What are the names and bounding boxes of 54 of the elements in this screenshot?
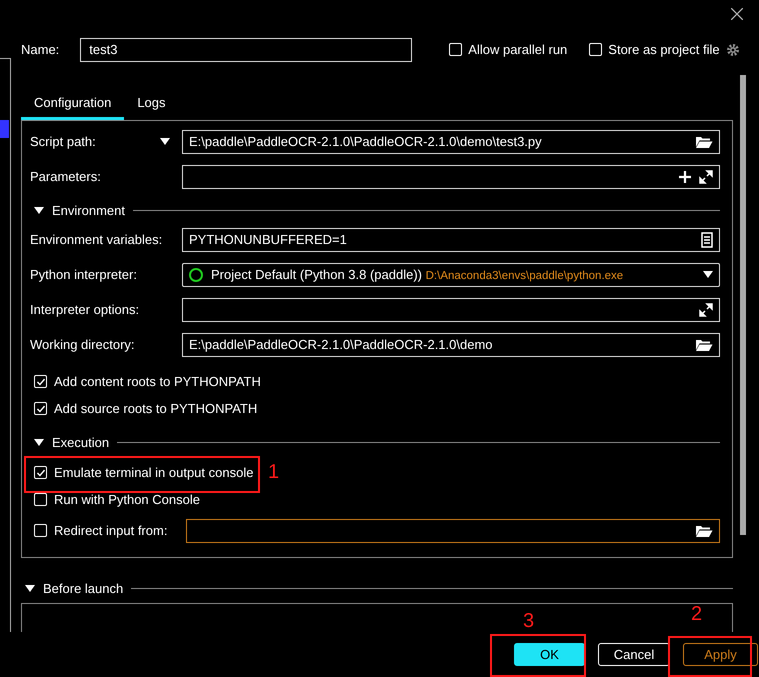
- gear-icon[interactable]: [726, 42, 740, 57]
- triangle-icon[interactable]: [34, 438, 44, 447]
- checkbox[interactable]: [449, 43, 462, 56]
- folder-icon[interactable]: [695, 338, 713, 352]
- input-field[interactable]: PYTHONUNBUFFERED=1: [182, 228, 720, 252]
- checkbox-label[interactable]: Store as project file: [608, 42, 720, 58]
- triangle-icon[interactable]: [25, 584, 35, 593]
- annotation-number: 2: [691, 603, 702, 626]
- checkbox[interactable]: [34, 466, 47, 480]
- interpreter-dropdown[interactable]: Project Default (Python 3.8 (paddle)) D:\Anaconda3\envs\paddle\python.exe: [182, 262, 720, 287]
- name-field[interactable]: test3: [80, 38, 412, 62]
- ok-button[interactable]: OK: [514, 643, 585, 666]
- checkbox-label[interactable]: Add source roots to PYTHONPATH: [54, 401, 258, 416]
- checkbox[interactable]: [34, 375, 47, 388]
- input-field[interactable]: E:\paddle\PaddleOCR-2.1.0\PaddleOCR-2.1.0\demo: [182, 332, 720, 357]
- checkbox[interactable]: [34, 524, 47, 538]
- folder-icon[interactable]: [695, 134, 713, 149]
- checkbox-label[interactable]: Add content roots to PYTHONPATH: [54, 374, 261, 390]
- annotation-number: 3: [523, 610, 534, 633]
- folder-icon[interactable]: [695, 524, 713, 538]
- checkbox-label[interactable]: Run with Python Console: [54, 492, 200, 508]
- apply-button[interactable]: Apply: [683, 643, 758, 666]
- tab[interactable]: Logs: [124, 88, 179, 120]
- checkbox-label[interactable]: Redirect input from:: [54, 523, 168, 538]
- dropdown-icon[interactable]: [160, 138, 170, 146]
- input-field[interactable]: E:\paddle\PaddleOCR-2.1.0\PaddleOCR-2.1.0\demo\test3.py: [182, 130, 720, 154]
- document-icon[interactable]: [701, 232, 713, 248]
- cancel-button[interactable]: Cancel: [598, 643, 670, 666]
- section-title[interactable]: Execution: [52, 435, 110, 450]
- checkbox[interactable]: [589, 43, 602, 56]
- annotation-number: 1: [268, 461, 280, 484]
- tab[interactable]: Configuration: [21, 88, 124, 120]
- scrollbar[interactable]: [740, 74, 746, 535]
- checkbox[interactable]: [34, 402, 47, 416]
- input-field[interactable]: [186, 518, 720, 543]
- field-label: Script path:: [30, 134, 96, 150]
- loading-ring-icon: [189, 268, 203, 282]
- field-label: Parameters:: [30, 169, 101, 184]
- expand-icon[interactable]: [699, 170, 713, 184]
- section-title[interactable]: Environment: [52, 203, 125, 218]
- add-icon[interactable]: [679, 170, 691, 183]
- field-label: Working directory:: [30, 337, 135, 352]
- field-label: Python interpreter:: [30, 267, 137, 282]
- section-title[interactable]: Before launch: [43, 581, 124, 596]
- name-label: Name:: [21, 42, 60, 58]
- expand-icon[interactable]: [699, 302, 713, 317]
- checkbox-label[interactable]: Emulate terminal in output console: [54, 465, 254, 480]
- field-label: Interpreter options:: [30, 302, 140, 318]
- dropdown-icon[interactable]: [703, 270, 713, 279]
- checkbox-label[interactable]: Allow parallel run: [468, 42, 568, 58]
- close-icon[interactable]: [731, 8, 743, 20]
- field-label: Environment variables:: [30, 232, 162, 248]
- triangle-icon[interactable]: [34, 206, 44, 215]
- checkbox[interactable]: [34, 493, 47, 506]
